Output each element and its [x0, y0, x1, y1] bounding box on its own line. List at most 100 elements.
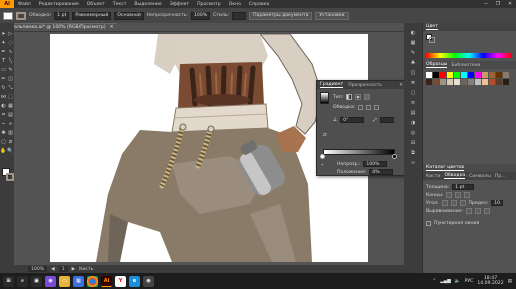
limit-field[interactable]: 10 [491, 200, 504, 206]
pen-icon[interactable]: ✒ [0, 47, 7, 56]
rectangle-icon[interactable]: ▭ [0, 65, 7, 74]
swatch-8[interactable] [482, 72, 488, 78]
artboard-number-field[interactable]: 1 [58, 266, 68, 272]
swatch-16[interactable] [454, 79, 460, 85]
yandex-icon[interactable]: Y [115, 275, 126, 287]
notifications-icon[interactable]: ▤ [508, 279, 512, 284]
dashed-line-checkbox[interactable] [426, 220, 431, 226]
tab-color[interactable]: Цвет [426, 24, 438, 30]
angle-field[interactable]: 0° [340, 117, 365, 123]
swatch-21[interactable] [489, 79, 495, 85]
swatch-15[interactable] [447, 79, 453, 85]
menu-object[interactable]: Объект [83, 2, 109, 7]
brushes-panel-icon[interactable]: ✎ [407, 49, 419, 57]
scale-icon[interactable]: ⤡ [7, 83, 14, 92]
gradient-opacity-field[interactable]: 100% [363, 161, 388, 167]
zoom-icon[interactable]: 🔍 [7, 146, 14, 155]
stroke-panel-icon[interactable]: ≡ [407, 99, 419, 107]
illustrator-logo[interactable]: Ai [0, 0, 14, 8]
stroke-within-button[interactable] [358, 105, 364, 110]
color-panel[interactable] [423, 31, 516, 61]
swatch-17[interactable] [461, 79, 467, 85]
shape-builder-icon[interactable]: ◐ [0, 101, 7, 110]
color-stroke-swatch[interactable] [429, 37, 435, 43]
mesh-icon[interactable]: ⌗ [0, 110, 7, 119]
align-center-button[interactable] [466, 208, 473, 214]
align-outside-button[interactable] [484, 208, 491, 214]
style-picker[interactable] [232, 11, 247, 20]
swatch-18[interactable] [468, 79, 474, 85]
weight-field[interactable]: 1 pt [452, 184, 475, 190]
document-tab[interactable]: альпинка.ai* @ 100% (RGB/Просмотр) ✕ [10, 23, 118, 31]
magic-wand-icon[interactable]: ✦ [0, 38, 7, 47]
close-tab-icon[interactable]: ✕ [110, 25, 114, 30]
layers-panel-icon[interactable]: ≣ [407, 79, 419, 87]
language-indicator[interactable]: РУС [465, 279, 474, 284]
artboard-icon[interactable]: ▢ [0, 137, 7, 146]
gradient-location-field[interactable]: 0% [369, 169, 394, 175]
symbols-panel-icon[interactable]: ♣ [407, 59, 419, 67]
swatch-5[interactable] [461, 72, 467, 78]
direct-select-icon[interactable]: ▷ [7, 29, 14, 38]
swatch-11[interactable] [503, 72, 509, 78]
eyedropper-icon[interactable]: ⌁ [321, 163, 324, 168]
task-view-icon[interactable]: ▣ [31, 275, 42, 287]
zoom-field[interactable]: 100% [28, 266, 48, 272]
pathfinder-panel-icon[interactable]: ⧉ [407, 149, 419, 157]
tab-libraries[interactable]: Библиотеки [451, 63, 480, 68]
column-graph-icon[interactable]: ▥ [7, 128, 14, 137]
swatch-6[interactable] [468, 72, 474, 78]
gradient-panel-icon[interactable]: ▤ [407, 109, 419, 117]
swatch-10[interactable] [496, 72, 502, 78]
blend-icon[interactable]: ∞ [7, 119, 14, 128]
rotate-icon[interactable]: ↻ [0, 83, 7, 92]
chevron-up-icon[interactable]: ⌃ [432, 279, 436, 284]
opacity-field[interactable]: 100% [190, 11, 211, 20]
square-cap-button[interactable] [464, 192, 471, 198]
restore-icon[interactable]: ❐ [492, 1, 504, 7]
color-panel-icon[interactable]: ◐ [407, 29, 419, 37]
tab-brushes[interactable]: Кисти [426, 174, 440, 179]
variable-width-profile[interactable]: Равномерный [72, 11, 112, 20]
pencil-icon[interactable]: ✏ [0, 74, 7, 83]
miter-join-button[interactable] [441, 200, 448, 206]
menu-type[interactable]: Текст [109, 2, 131, 7]
line-icon[interactable]: ╲ [7, 56, 14, 65]
swatch-4[interactable] [454, 72, 460, 78]
minimize-icon[interactable]: — [480, 1, 492, 7]
swatch-0[interactable] [426, 72, 432, 78]
eyedropper-icon[interactable]: ⌁ [0, 119, 7, 128]
tab-color-guide[interactable]: Каталог цветов [426, 165, 465, 171]
search-icon[interactable]: ⌕ [17, 275, 28, 287]
swatch-3[interactable] [447, 72, 453, 78]
gradient-slider[interactable] [323, 149, 395, 155]
menu-effect[interactable]: Эффект [166, 2, 193, 7]
graphic-styles-panel-icon[interactable]: ◫ [407, 69, 419, 77]
next-artboard-icon[interactable]: ▶ [72, 267, 76, 272]
butt-cap-button[interactable] [446, 192, 453, 198]
swatch-2[interactable] [440, 72, 446, 78]
stroke-swatch[interactable] [6, 173, 14, 181]
reverse-gradient-icon[interactable]: ⇄ [323, 133, 327, 138]
perspective-icon[interactable]: ▦ [7, 101, 14, 110]
stroke-color-swatch[interactable] [16, 11, 26, 20]
preferences-button[interactable]: Установки [315, 11, 349, 20]
tab-transparency[interactable]: Прозрачность [348, 83, 382, 88]
lasso-icon[interactable]: ◌ [7, 38, 14, 47]
swatch-22[interactable] [496, 79, 502, 85]
linear-gradient-button[interactable] [346, 94, 353, 100]
transparency-panel-icon[interactable]: ◑ [407, 119, 419, 127]
brush-definition[interactable]: Основной [114, 11, 144, 20]
menu-window[interactable]: Окно [225, 2, 245, 7]
artboards-panel-icon[interactable]: ▢ [407, 89, 419, 97]
swatch-13[interactable] [433, 79, 439, 85]
type-icon[interactable]: T [0, 56, 7, 65]
swatch-12[interactable] [426, 79, 432, 85]
document-setup-button[interactable]: Параметры документа [249, 11, 313, 20]
paintbrush-icon[interactable]: ✎ [7, 65, 14, 74]
chrome-icon[interactable] [87, 275, 98, 287]
store-icon[interactable]: ▦ [73, 275, 84, 287]
tab-stroke[interactable]: Обводка [444, 173, 466, 179]
assistant-icon[interactable]: ◉ [45, 275, 56, 287]
illustrator-taskbar-icon[interactable]: Ai [101, 275, 112, 287]
